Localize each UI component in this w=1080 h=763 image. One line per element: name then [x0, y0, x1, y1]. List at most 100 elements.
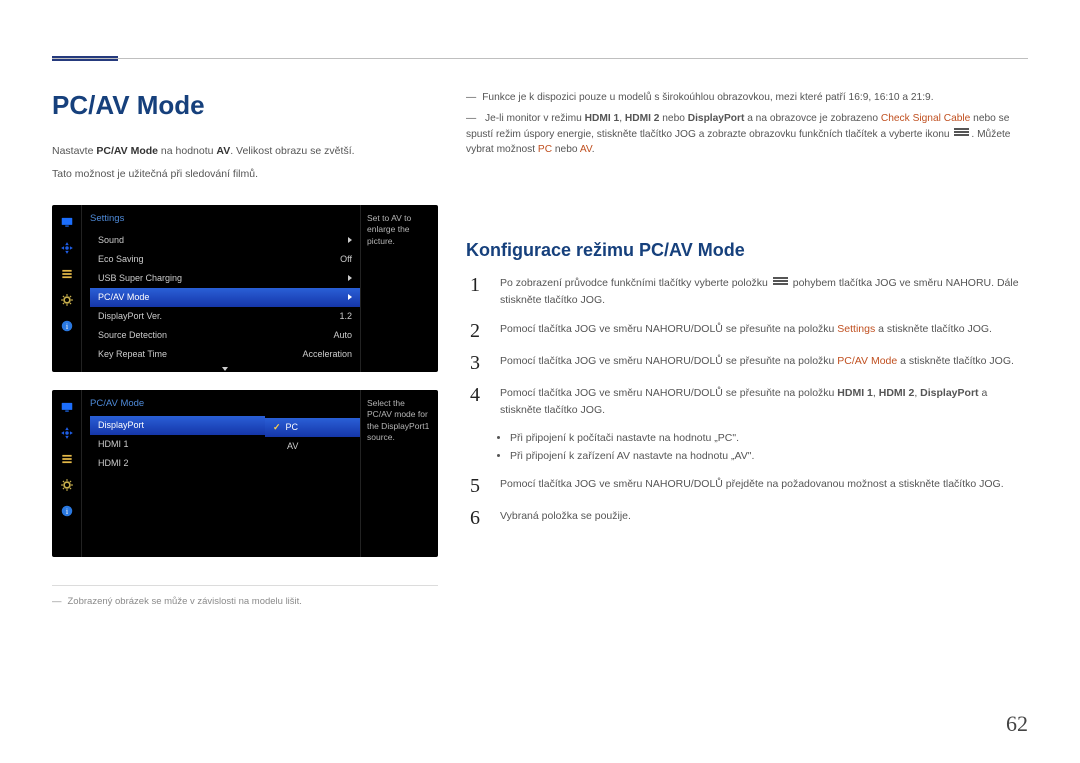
row-source: Source Detection Auto [90, 326, 360, 345]
row-keyrepeat: Key Repeat Time Acceleration [90, 345, 360, 364]
step-6: 6 Vybraná položka se použije. [466, 508, 1028, 528]
step-text: Vybraná položka se použije. [500, 508, 1028, 528]
value: 1.2 [339, 311, 352, 321]
t: a stiskněte tlačítko JOG. [875, 323, 992, 335]
page-number: 62 [1006, 711, 1028, 737]
b: HDMI 1 [585, 113, 620, 124]
chevron-down-icon [222, 367, 228, 371]
accent: PC/AV Mode [837, 355, 897, 367]
text: na hodnotu [158, 145, 216, 157]
step-1: 1 Po zobrazení průvodce funkčními tlačít… [466, 275, 1028, 309]
step-2: 2 Pomocí tlačítka JOG ve směru NAHORU/DO… [466, 321, 1028, 341]
osd-sidebar-icons: i [52, 390, 82, 557]
b: DisplayPort [920, 387, 978, 399]
row-eco: Eco Saving Off [90, 250, 360, 269]
top-note-2: Je-li monitor v režimu HDMI 1, HDMI 2 ne… [466, 111, 1028, 158]
row-usb: USB Super Charging [90, 269, 360, 288]
row-pcav: PC/AV Mode [90, 288, 360, 307]
adjust-icon [58, 239, 76, 257]
value: Auto [333, 330, 352, 340]
info-icon: i [58, 317, 76, 335]
footnote: Zobrazený obrázek se může v závislosti n… [52, 596, 438, 607]
osd-help-text: Select the PC/AV mode for the DisplayPor… [360, 390, 438, 557]
step-number: 6 [466, 508, 484, 528]
mode-pc: ✓PC [265, 418, 360, 437]
source-dp: DisplayPort [90, 416, 265, 435]
osd-subpanels: PC/AV Mode DisplayPort HDMI 1 HDMI 2 ✓PC… [82, 390, 360, 557]
label: Key Repeat Time [98, 349, 167, 359]
columns: PC/AV Mode Nastavte PC/AV Mode na hodnot… [52, 90, 1028, 607]
intro-line-2: Tato možnost je užitečná při sledování f… [52, 166, 438, 183]
adjust-icon [58, 424, 76, 442]
page-title: PC/AV Mode [52, 90, 438, 121]
step-text: Pomocí tlačítka JOG ve směru NAHORU/DOLŮ… [500, 385, 1028, 419]
osd-panel-pcav: i PC/AV Mode DisplayPort HDMI 1 HDMI 2 ✓… [52, 390, 438, 557]
b: DisplayPort [688, 113, 745, 124]
top-note-1: Funkce je k dispozici pouze u modelů s š… [466, 90, 1028, 106]
text: . Velikost obrazu se zvětší. [230, 145, 354, 157]
av-bold: AV [216, 145, 230, 157]
pcav-mode-bold: PC/AV Mode [96, 145, 158, 157]
chevron-right-icon [348, 294, 352, 300]
step-number: 1 [466, 275, 484, 309]
step-text: Pomocí tlačítka JOG ve směru NAHORU/DOLŮ… [500, 321, 1028, 341]
mode-av: AV [265, 437, 360, 456]
step-text: Po zobrazení průvodce funkčními tlačítky… [500, 275, 1028, 309]
chevron-right-icon [348, 275, 352, 281]
step-number: 3 [466, 353, 484, 373]
t: a na obrazovce je zobrazeno [744, 113, 881, 124]
chevron-right-icon [348, 237, 352, 243]
intro-line-1: Nastavte PC/AV Mode na hodnotu AV. Velik… [52, 143, 438, 160]
source-hdmi2: HDMI 2 [90, 454, 265, 473]
gear-icon [58, 291, 76, 309]
menu-icon [773, 277, 788, 287]
label: Eco Saving [98, 254, 144, 264]
header-rule [52, 58, 1028, 59]
t: Je-li monitor v režimu [485, 113, 585, 124]
label: USB Super Charging [98, 273, 182, 283]
osd-sources: PC/AV Mode DisplayPort HDMI 1 HDMI 2 [82, 390, 265, 557]
osd-title: PC/AV Mode [90, 398, 265, 409]
t: a stiskněte tlačítko JOG. [897, 355, 1014, 367]
label: Sound [98, 235, 124, 245]
label: DisplayPort Ver. [98, 311, 162, 321]
value: Acceleration [302, 349, 352, 359]
step-3: 3 Pomocí tlačítka JOG ve směru NAHORU/DO… [466, 353, 1028, 373]
label: AV [287, 441, 298, 451]
gear-icon [58, 476, 76, 494]
bullet-av: Při připojení k zařízení AV nastavte na … [510, 448, 1028, 466]
label: HDMI 2 [98, 458, 129, 468]
step-text: Pomocí tlačítka JOG ve směru NAHORU/DOLŮ… [500, 353, 1028, 373]
t: nebo [552, 144, 580, 155]
bullet-pc: Při připojení k počítači nastavte na hod… [510, 430, 1028, 448]
section-heading: Konfigurace režimu PC/AV Mode [466, 240, 1028, 261]
info-icon: i [58, 502, 76, 520]
value: Off [340, 254, 352, 264]
step-text: Pomocí tlačítka JOG ve směru NAHORU/DOLŮ… [500, 476, 1028, 496]
t: Pomocí tlačítka JOG ve směru NAHORU/DOLŮ… [500, 387, 837, 399]
t: Po zobrazení průvodce funkčními tlačítky… [500, 277, 771, 289]
step-bullets: Při připojení k počítači nastavte na hod… [466, 430, 1028, 466]
accent: Settings [837, 323, 875, 335]
text: Nastavte [52, 145, 96, 157]
accent: Check Signal Cable [881, 113, 970, 124]
b: HDMI 1 [837, 387, 873, 399]
monitor-icon [58, 213, 76, 231]
label: PC/AV Mode [98, 292, 149, 302]
step-4: 4 Pomocí tlačítka JOG ve směru NAHORU/DO… [466, 385, 1028, 419]
t: Pomocí tlačítka JOG ve směru NAHORU/DOLŮ… [500, 323, 837, 335]
osd-sidebar-icons: i [52, 205, 82, 372]
row-dpver: DisplayPort Ver. 1.2 [90, 307, 360, 326]
t: Pomocí tlačítka JOG ve směru NAHORU/DOLŮ… [500, 355, 837, 367]
source-hdmi1: HDMI 1 [90, 435, 265, 454]
label: HDMI 1 [98, 439, 129, 449]
osd-menu: Settings Sound Eco Saving Off USB Super C… [82, 205, 360, 372]
right-column: Funkce je k dispozici pouze u modelů s š… [466, 90, 1028, 607]
list-icon [58, 265, 76, 283]
osd-title: Settings [90, 213, 360, 224]
list-icon [58, 450, 76, 468]
label: Source Detection [98, 330, 167, 340]
step-number: 2 [466, 321, 484, 341]
step-number: 5 [466, 476, 484, 496]
divider [52, 585, 438, 586]
